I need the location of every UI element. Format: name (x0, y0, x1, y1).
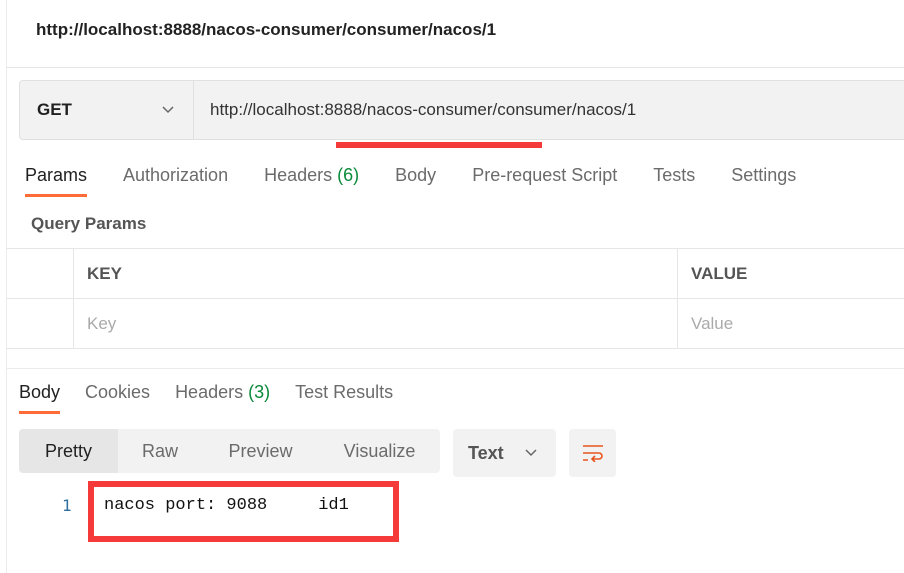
tab-response-headers[interactable]: Headers (3) (175, 382, 270, 403)
query-params-heading: Query Params (31, 214, 147, 233)
format-label: Text (468, 442, 504, 463)
tab-params[interactable]: Params (25, 165, 88, 197)
response-body-text: nacos port: 9088 id1 (104, 496, 349, 515)
key-header: KEY (74, 249, 678, 298)
view-raw[interactable]: Raw (118, 429, 202, 473)
wrap-lines-button[interactable] (569, 429, 616, 477)
view-pretty[interactable]: Pretty (19, 429, 118, 473)
value-input[interactable]: Value (678, 299, 904, 348)
tab-pre-request-script[interactable]: Pre-request Script (472, 165, 617, 186)
view-mode-group: Pretty Raw Preview Visualize (19, 429, 440, 473)
format-select[interactable]: Text (453, 429, 556, 477)
request-tabs: Params Authorization Headers (6) Body Pr… (25, 165, 832, 197)
response-tabs: Body Cookies Headers (3) Test Results (19, 382, 418, 414)
view-visualize[interactable]: Visualize (319, 429, 440, 473)
divider (6, 368, 904, 369)
tab-response-body[interactable]: Body (19, 382, 61, 414)
url-bar: GET http://localhost:8888/nacos-consumer… (19, 80, 904, 140)
table-header-row: KEY VALUE (6, 249, 904, 299)
tab-cookies[interactable]: Cookies (85, 382, 150, 403)
highlight-underline (336, 142, 542, 148)
value-header: VALUE (691, 263, 748, 283)
method-label: GET (37, 100, 72, 119)
method-select[interactable]: GET (20, 81, 194, 139)
chevron-down-icon (162, 106, 174, 114)
url-input[interactable]: http://localhost:8888/nacos-consumer/con… (194, 100, 636, 120)
line-number: 1 (62, 496, 72, 515)
request-title: http://localhost:8888/nacos-consumer/con… (36, 20, 497, 39)
tab-authorization[interactable]: Authorization (123, 165, 228, 186)
chevron-down-icon (525, 449, 537, 457)
view-preview[interactable]: Preview (202, 429, 319, 473)
table-row: Key Value (6, 299, 904, 349)
tab-test-results[interactable]: Test Results (295, 382, 393, 403)
params-table: KEY VALUE Key Value (6, 248, 904, 349)
tab-headers[interactable]: Headers (6) (264, 165, 359, 186)
divider (6, 67, 904, 68)
wrap-lines-icon (582, 445, 603, 462)
tab-tests[interactable]: Tests (653, 165, 695, 186)
tab-settings[interactable]: Settings (731, 165, 796, 186)
headers-count: (3) (248, 382, 271, 402)
tab-body[interactable]: Body (395, 165, 436, 186)
key-input[interactable]: Key (74, 299, 678, 348)
headers-count: (6) (337, 165, 360, 185)
